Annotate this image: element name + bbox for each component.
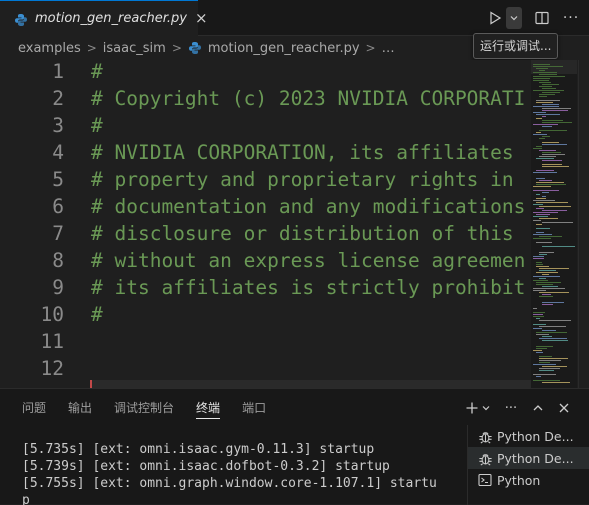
line-number: 5 (52, 168, 64, 191)
terminal-list: Python De... Python De... Python (467, 425, 589, 505)
tab-output[interactable]: 输出 (68, 389, 92, 427)
line-number: 11 (40, 330, 64, 353)
minimap[interactable] (531, 60, 577, 388)
panel-more-button[interactable]: ··· (500, 397, 522, 419)
terminal-item[interactable]: Python De... (468, 425, 589, 447)
line-number: 9 (52, 276, 64, 299)
code-text: # property and proprietary rights in (91, 168, 514, 191)
panel-actions: ··· (464, 397, 574, 419)
close-icon (559, 403, 569, 413)
tab-problems[interactable]: 问题 (22, 389, 46, 427)
terminal-item-label: Python De... (497, 428, 574, 444)
terminal-item-label: Python De... (497, 450, 574, 466)
code-line: 12 (0, 355, 528, 382)
code-text: # without an express license agreemen (91, 249, 526, 272)
close-icon[interactable]: × (195, 11, 208, 26)
split-editor-icon (535, 11, 549, 25)
breadcrumb-item-isaac-sim[interactable]: isaac_sim (103, 41, 166, 56)
debug-icon (477, 428, 493, 444)
terminal-icon (477, 472, 493, 488)
play-icon (490, 11, 502, 25)
code-line: 11 (0, 328, 528, 355)
run-button[interactable] (484, 7, 506, 29)
code-line: 4 # NVIDIA CORPORATION, its affiliates (0, 139, 528, 166)
terminal-line: p (22, 493, 30, 505)
tab-label: motion_gen_reacher.py (35, 11, 187, 26)
tab-terminal[interactable]: 终端 (196, 389, 221, 427)
code-line: 9 # its affiliates is strictly prohibit (0, 274, 528, 301)
code-line: 10 # (0, 301, 528, 328)
chevron-right-icon: > (86, 41, 97, 55)
tab-motion-gen-reacher[interactable]: motion_gen_reacher.py × (0, 0, 208, 36)
breadcrumb-item-file[interactable]: motion_gen_reacher.py (208, 41, 360, 56)
chevron-right-icon: > (171, 41, 182, 55)
line-number: 7 (52, 222, 64, 245)
terminal-line: [5.735s] [ext: omni.isaac.gym-0.11.3] st… (22, 442, 375, 457)
split-editor-button[interactable] (532, 7, 552, 29)
line-number: 4 (52, 141, 64, 164)
line-number: 6 (52, 195, 64, 218)
more-actions-button[interactable]: ··· (560, 7, 582, 29)
panel-tabs: 问题 输出 调试控制台 终端 端口 (0, 389, 460, 427)
run-dropdown-button[interactable] (506, 7, 522, 29)
breadcrumb-item-examples[interactable]: examples (18, 41, 81, 56)
code-line: 1 # (0, 60, 528, 85)
new-terminal-button[interactable] (464, 397, 480, 419)
tab-debug-console[interactable]: 调试控制台 (114, 389, 174, 427)
close-panel-button[interactable] (554, 397, 574, 419)
code-text: # (91, 303, 103, 326)
chevron-up-icon (533, 405, 543, 411)
code-text: # NVIDIA CORPORATION, its affiliates (91, 141, 514, 164)
maximize-panel-button[interactable] (528, 397, 548, 419)
code-editor[interactable]: 1 # 2 # Copyright (c) 2023 NVIDIA CORPOR… (0, 60, 589, 388)
code-line: 5 # property and proprietary rights in (0, 166, 528, 193)
code-line: 8 # without an express license agreemen (0, 247, 528, 274)
editor-scrollbar[interactable] (578, 60, 589, 388)
python-file-icon (14, 12, 28, 26)
bottom-panel: 问题 输出 调试控制台 终端 端口 ··· [5.735s] [ext: omn… (0, 388, 589, 505)
code-text: # (91, 114, 103, 137)
code-line: 2 # Copyright (c) 2023 NVIDIA CORPORATI (0, 85, 528, 112)
code-text: # Copyright (c) 2023 NVIDIA CORPORATI (91, 87, 526, 110)
code-line: 6 # documentation and any modifications (0, 193, 528, 220)
terminal-item-label: Python (497, 472, 541, 488)
line-number: 1 (52, 60, 64, 83)
terminal-item[interactable]: Python (468, 469, 589, 491)
line-number: 8 (52, 249, 64, 272)
code-text: # (91, 60, 103, 83)
terminal-item[interactable]: Python De... (468, 447, 589, 469)
editor-actions: ··· (484, 6, 582, 30)
code-text: # documentation and any modifications (91, 195, 526, 218)
terminal-profile-dropdown[interactable] (480, 397, 492, 419)
debug-icon (477, 450, 493, 466)
terminal-line: [5.755s] [ext: omni.graph.window.core-1.… (22, 476, 437, 491)
code-text: # disclosure or distribution of this (91, 222, 514, 245)
current-line-highlight (90, 380, 531, 388)
breadcrumb-item-symbol[interactable]: … (382, 41, 395, 56)
plus-icon (466, 402, 478, 414)
code-text: # its affiliates is strictly prohibit (91, 276, 526, 299)
breadcrumb: examples > isaac_sim > motion_gen_reache… (0, 36, 589, 60)
python-file-icon (188, 41, 202, 55)
terminal-output[interactable]: [5.735s] [ext: omni.isaac.gym-0.11.3] st… (22, 441, 452, 505)
line-number: 10 (40, 303, 64, 326)
editor-tab-bar: motion_gen_reacher.py × ··· (0, 0, 589, 36)
code-line: 3 # (0, 112, 528, 139)
line-number: 3 (52, 114, 64, 137)
code-line: 7 # disclosure or distribution of this (0, 220, 528, 247)
terminal-line: [5.739s] [ext: omni.isaac.dofbot-0.3.2] … (22, 459, 390, 474)
line-number: 12 (40, 357, 64, 380)
chevron-right-icon: > (365, 41, 376, 55)
chevron-down-icon (510, 16, 518, 21)
minimap-preview (531, 60, 577, 383)
tab-ports[interactable]: 端口 (242, 389, 266, 427)
line-number: 2 (52, 87, 64, 110)
chevron-down-icon (482, 406, 490, 411)
